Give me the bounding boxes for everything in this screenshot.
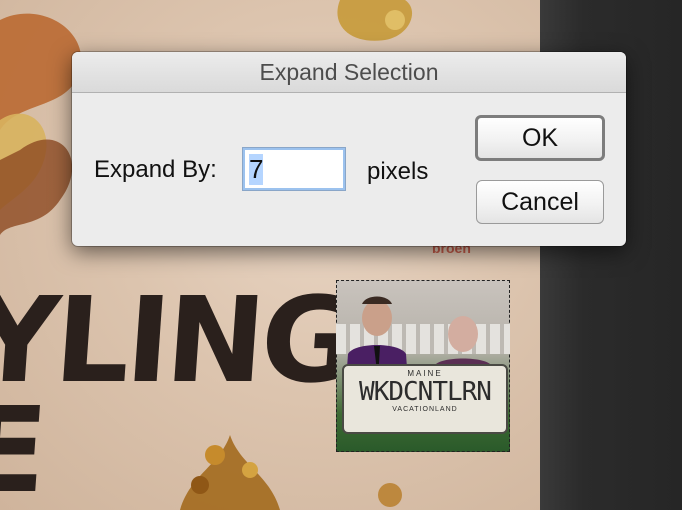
expand-selection-dialog: Expand Selection Expand By: pixels OK Ca… — [72, 52, 626, 246]
expand-by-input[interactable] — [242, 147, 346, 191]
dialog-title: Expand Selection — [259, 59, 439, 85]
plate-number: WKDCNTLRN — [359, 377, 492, 407]
plate-motto: VACATIONLAND — [392, 406, 458, 413]
cancel-button[interactable]: Cancel — [476, 180, 604, 224]
poster-line-1: YLING — [0, 271, 359, 409]
expand-by-label: Expand By: — [94, 156, 217, 183]
pasted-photo-selection[interactable]: MAINE WKDCNTLRN VACATIONLAND — [336, 280, 510, 452]
dialog-titlebar[interactable]: Expand Selection — [72, 52, 626, 93]
ok-button[interactable]: OK — [475, 115, 605, 161]
units-label: pixels — [367, 158, 429, 185]
license-plate: MAINE WKDCNTLRN VACATIONLAND — [342, 364, 508, 434]
